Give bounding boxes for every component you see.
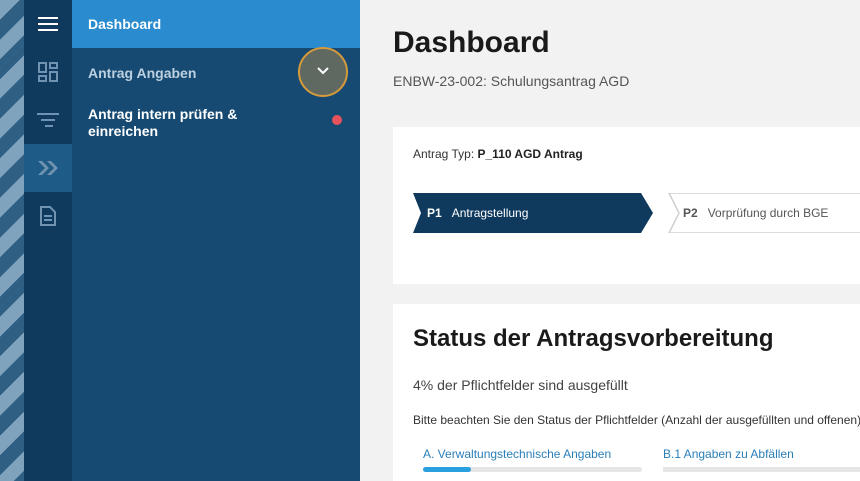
step-p2-label: Vorprüfung durch BGE (707, 206, 829, 220)
hamburger-icon (38, 16, 58, 32)
status-title: Status der Antragsvorbereitung (413, 325, 774, 352)
page-title: Dashboard (393, 26, 550, 59)
step-p2[interactable]: P2 Vorprüfung durch BGE (683, 206, 828, 220)
section-link-a[interactable]: A. Verwaltungstechnische Angaben (423, 447, 611, 461)
sidebar-item-antrag-angaben[interactable]: Antrag Angaben (88, 65, 196, 82)
status-percent: 4% der Pflichtfelder sind ausgefüllt (413, 377, 628, 393)
step-p2-code: P2 (683, 206, 698, 220)
menu-button[interactable] (24, 0, 72, 48)
status-hint: Bitte beachten Sie den Status der Pflich… (413, 413, 860, 427)
double-chevron-right-icon (37, 160, 59, 176)
section-b1-progress (663, 467, 860, 472)
main-content: Dashboard ENBW-23-002: Schulungsantrag A… (360, 0, 860, 481)
sort-list-icon (37, 112, 59, 128)
section-a-progress (423, 467, 642, 472)
antrag-type-label: Antrag Typ: (413, 147, 475, 161)
process-nav-button[interactable] (24, 144, 72, 192)
sort-nav-button[interactable] (24, 96, 72, 144)
process-steps: P1 Antragstellung P2 Vorprüfung durch BGE (413, 193, 860, 233)
status-dot (332, 115, 342, 125)
step-p1-code: P1 (427, 206, 442, 220)
chevron-down-icon (316, 63, 330, 81)
dashboard-nav-button[interactable] (24, 48, 72, 96)
antrag-type-value: P_110 AGD Antrag (477, 147, 583, 161)
step-p1[interactable]: P1 Antragstellung (427, 206, 528, 220)
document-nav-button[interactable] (24, 192, 72, 240)
page-subtitle: ENBW-23-002: Schulungsantrag AGD (393, 73, 630, 89)
sidebar-item-dashboard[interactable]: Dashboard (72, 0, 360, 48)
icon-rail (24, 0, 72, 481)
sidebar-item-antrag-pruefen[interactable]: Antrag intern prüfen & einreichen (88, 106, 288, 140)
section-a-progress-fill (423, 467, 472, 472)
status-card: Status der Antragsvorbereitung 4% der Pf… (393, 304, 860, 481)
step-p1-label: Antragstellung (451, 206, 529, 220)
antrag-card: Antrag Typ: P_110 AGD Antrag P1 Antragste… (393, 127, 860, 284)
dashboard-icon (38, 62, 58, 82)
document-icon (40, 206, 56, 226)
expand-button[interactable] (298, 47, 348, 97)
section-link-b1[interactable]: B.1 Angaben zu Abfällen (663, 447, 794, 461)
antrag-type: Antrag Typ: P_110 AGD Antrag (413, 147, 583, 161)
decorative-stripes (0, 0, 24, 481)
